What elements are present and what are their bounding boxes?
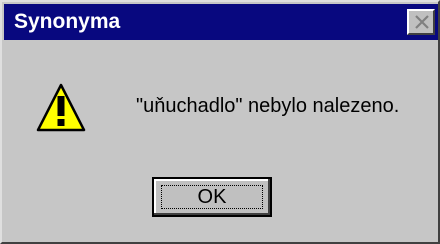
window-title: Synonyma <box>14 10 121 33</box>
title-bar[interactable]: Synonyma <box>4 4 438 40</box>
dialog-window: Synonyma "uňuchadlo" nebylo nalezeno. OK <box>0 0 440 244</box>
ok-button[interactable]: OK <box>152 177 272 217</box>
ok-button-label: OK <box>197 186 227 208</box>
close-icon <box>415 15 429 29</box>
message-text: "uňuchadlo" nebylo nalezeno. <box>136 95 400 117</box>
close-button[interactable] <box>407 9 435 35</box>
warning-icon <box>36 83 86 132</box>
